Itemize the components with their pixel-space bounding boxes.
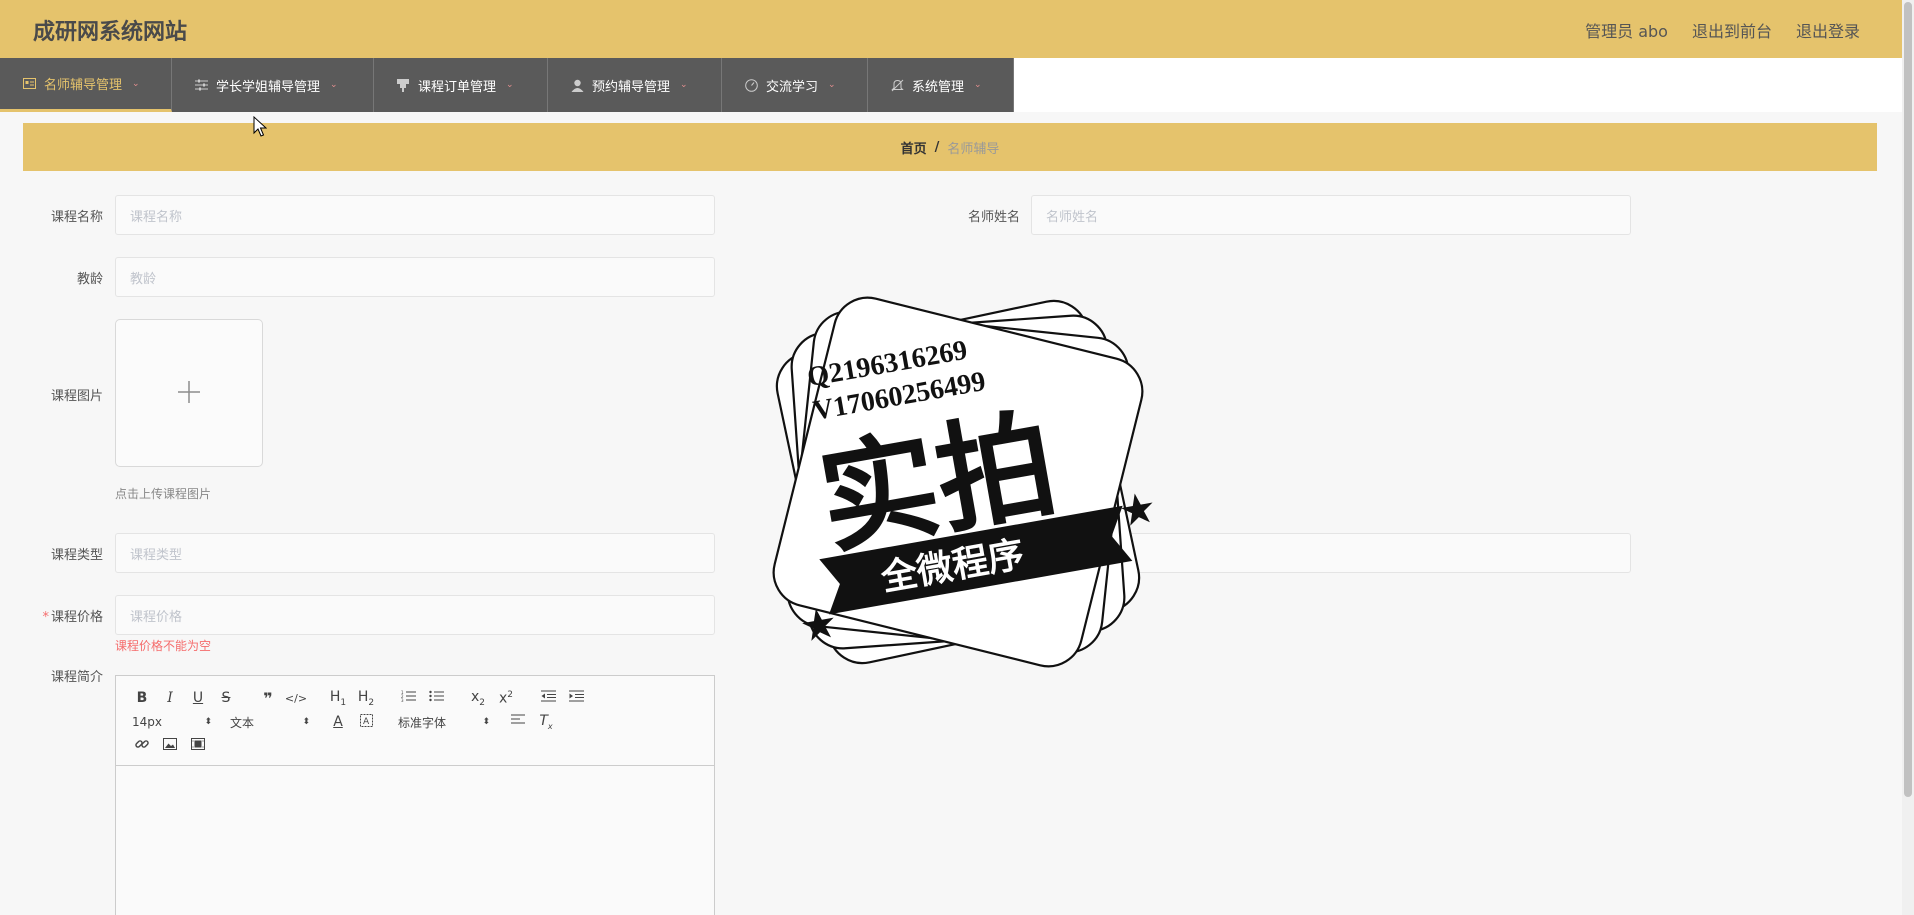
nav-item-course-orders[interactable]: 课程订单管理 ⌄ [374,58,548,112]
bullet-list-icon[interactable] [422,690,450,706]
breadcrumb: 首页 / 名师辅导 [23,123,1877,171]
ordered-list-icon[interactable]: 123 [394,690,422,706]
chevron-down-icon: ⌄ [680,80,688,90]
nav-item-exchange-study[interactable]: 交流学习 ⌄ [722,58,868,112]
course-image-label: 课程图片 [50,389,103,404]
font-size-value: 14px [132,715,162,729]
select-arrows-icon: ⬍ [302,717,310,727]
editor-content-area[interactable] [116,766,714,915]
nav-label: 学长学姐辅导管理 [216,79,321,95]
site-title: 成研网系统网站 [33,20,188,45]
toolbar-row-1: B I U S ❞ </> H1 H2 123 x2 x2 [128,686,702,710]
course-type-label: 课程类型 [50,548,103,563]
clear-format-icon[interactable]: Tx [532,713,560,731]
chevron-down-icon: ⌄ [330,80,338,90]
chevron-down-icon: ⌄ [828,80,836,90]
price-error: 课程价格不能为空 [115,639,212,653]
course-name-input[interactable]: 课程名称 [115,195,715,235]
font-size-select[interactable]: 14px ⬍ [128,715,212,729]
nav-label: 预约辅导管理 [592,79,671,95]
rich-text-editor: B I U S ❞ </> H1 H2 123 x2 x2 14px ⬍ 文本 … [115,675,715,915]
select-arrows-icon: ⬍ [204,717,212,727]
svg-text:3: 3 [401,698,404,702]
bell-off-icon [890,78,904,92]
font-family-value: 标准字体 [398,715,447,730]
breadcrumb-home[interactable]: 首页 [901,138,927,157]
italic-icon[interactable]: I [156,690,184,706]
teaching-years-label: 教龄 [76,272,103,287]
gauge-icon [744,78,758,92]
editor-toolbar: B I U S ❞ </> H1 H2 123 x2 x2 14px ⬍ 文本 … [116,676,714,766]
image-upload-box[interactable] [115,319,263,467]
price-input[interactable]: 课程价格 [115,595,715,635]
font-family-select[interactable]: 标准字体 ⬍ [394,714,490,731]
main-nav: 名师辅导管理 ⌄ 学长学姐辅导管理 ⌄ 课程订单管理 ⌄ 预约辅导管理 ⌄ 交流… [0,58,1902,112]
link-icon[interactable] [128,737,156,755]
superscript-icon[interactable]: x2 [492,690,520,707]
top-header: 成研网系统网站 管理员 abo 退出到前台 退出登录 [0,0,1902,58]
nav-label: 交流学习 [766,79,819,95]
upload-hint: 点击上传课程图片 [115,487,212,501]
background-color-icon[interactable]: A [352,713,380,731]
breadcrumb-current: 名师辅导 [947,141,1000,157]
teacher-name-input[interactable]: 名师姓名 [1031,195,1631,235]
sliders-icon [194,78,208,92]
front-link[interactable]: 退出到前台 [1692,18,1772,42]
nav-label: 名师辅导管理 [44,78,123,93]
chevron-down-icon: ⌄ [974,80,982,90]
bold-icon[interactable]: B [128,690,156,706]
breadcrumb-separator: / [934,139,940,155]
intro-label: 课程简介 [50,670,103,685]
image-icon[interactable] [156,738,184,754]
page-scrollbar[interactable] [1902,0,1914,915]
underline-icon[interactable]: U [184,690,212,706]
teacher-name-label: 名师姓名 [967,210,1020,225]
scrollbar-thumb[interactable] [1904,2,1912,797]
font-color-icon[interactable]: A [324,714,352,730]
chevron-down-icon: ⌄ [506,80,514,90]
format-value: 文本 [230,715,255,730]
teaching-years-input[interactable]: 教龄 [115,257,715,297]
quote-icon[interactable]: ❞ [254,689,282,708]
price-label: * 课程价格 [23,606,103,625]
format-select[interactable]: 文本 ⬍ [226,714,310,731]
logout-link[interactable]: 退出登录 [1796,18,1860,42]
stamp-icon [396,78,410,92]
h2-icon[interactable]: H2 [352,689,380,708]
price-label-text: 课程价格 [50,610,103,625]
required-mark: * [42,610,49,625]
video-icon[interactable] [184,738,212,754]
svg-text:A: A [363,717,370,727]
nav-filler [1014,58,1902,112]
user-icon [570,78,584,92]
strike-icon[interactable]: S [212,690,240,706]
code-icon[interactable]: </> [282,692,310,705]
nav-item-appointment[interactable]: 预约辅导管理 ⌄ [548,58,722,112]
nav-item-senior-tutoring[interactable]: 学长学姐辅导管理 ⌄ [172,58,374,112]
chevron-down-icon: ⌄ [132,78,140,89]
course-name-label: 课程名称 [50,210,103,225]
toolbar-row-2: 14px ⬍ 文本 ⬍ A A 标准字体 ⬍ Tx [128,710,702,734]
nav-item-system[interactable]: 系统管理 ⌄ [868,58,1014,112]
plus-icon [177,374,201,412]
mouse-cursor-icon [253,116,267,137]
h1-icon[interactable]: H1 [324,689,352,708]
admin-label: 管理员 abo [1585,22,1668,41]
header-actions: 管理员 abo 退出到前台 退出登录 [1585,18,1860,42]
outdent-icon[interactable] [534,690,562,706]
nav-item-teacher-tutoring[interactable]: 名师辅导管理 ⌄ [0,58,172,112]
watermark-stamp: Q2196316269 V17060256499 实拍 全微程序 [772,296,1153,668]
course-type-input[interactable]: 课程类型 [115,533,715,573]
subscript-icon[interactable]: x2 [464,689,492,708]
nav-label: 系统管理 [912,79,965,95]
toolbar-row-3 [128,734,702,758]
nav-label: 课程订单管理 [418,79,497,95]
select-arrows-icon: ⬍ [482,717,490,727]
card-icon [22,77,36,91]
align-icon[interactable] [504,714,532,730]
indent-icon[interactable] [562,690,590,706]
